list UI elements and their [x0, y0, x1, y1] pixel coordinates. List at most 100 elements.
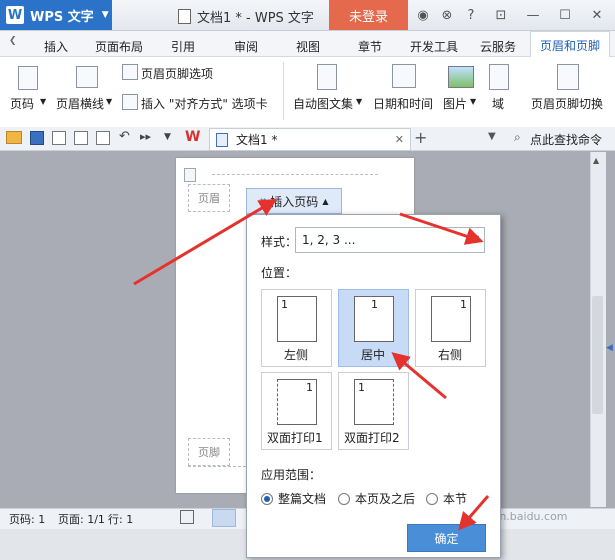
header-footer-options-icon	[122, 64, 138, 80]
page-digit: 1	[371, 298, 378, 311]
tab-developer[interactable]: 开发工具	[410, 38, 458, 55]
header-line-button[interactable]: 页眉横线	[56, 95, 104, 112]
print-preview-icon[interactable]	[96, 131, 110, 145]
new-tab-icon[interactable]: +	[414, 128, 427, 147]
chevron-down-icon: ▼	[470, 97, 477, 106]
date-time-button[interactable]: 日期和时间	[373, 95, 433, 112]
chevron-down-icon: ▼	[106, 97, 113, 106]
position-duplex-1-label: 双面打印1	[267, 431, 323, 445]
switch-icon	[557, 64, 579, 90]
close-icon[interactable]: ✕	[395, 133, 404, 146]
style-select-value: 1, 2, 3 ...	[302, 233, 356, 247]
document-icon	[216, 132, 228, 147]
window-title-text: 文档1 * - WPS 文字	[197, 11, 314, 26]
app-menu-button[interactable]: W WPS 文字 ▼	[0, 0, 112, 30]
page-view-icon[interactable]	[212, 509, 236, 527]
picture-button[interactable]: 图片	[443, 95, 467, 112]
position-duplex-2[interactable]: 1 双面打印2	[338, 372, 409, 450]
scope-this-section[interactable]: 本节	[426, 490, 467, 507]
position-left-label: 左侧	[284, 348, 309, 362]
print-icon[interactable]	[52, 131, 66, 145]
tab-references[interactable]: 引用	[171, 38, 195, 55]
insert-page-number-label: 插入页码	[270, 194, 319, 209]
radio-icon	[426, 492, 438, 505]
chevron-up-icon: ▲	[322, 196, 329, 206]
tab-scroll-left-icon[interactable]: ❮	[9, 36, 17, 46]
position-duplex-1[interactable]: 1 双面打印1	[261, 372, 332, 450]
position-duplex-2-label: 双面打印2	[344, 431, 400, 445]
document-tab[interactable]: 文档1 * ✕	[209, 128, 411, 151]
position-left[interactable]: 1 左侧	[261, 289, 332, 367]
page-digit: 1	[460, 298, 467, 311]
undo-icon[interactable]: ↶	[119, 129, 130, 144]
header-line-icon	[76, 66, 98, 88]
search-icon[interactable]: ⌕	[514, 130, 521, 145]
footer-boundary	[188, 466, 246, 468]
status-page-count: 页面: 1/1	[58, 513, 105, 526]
scope-whole-document[interactable]: 整篇文档	[261, 490, 326, 507]
scope-this-page-after-label: 本页及之后	[355, 492, 416, 506]
page-number-button[interactable]: 页码	[10, 95, 34, 112]
field-icon	[489, 64, 509, 90]
header-footer-options-button[interactable]: 页眉页脚选项	[141, 65, 213, 82]
header-footer-switch-button[interactable]: 页眉页脚切换	[531, 95, 609, 112]
position-right[interactable]: 1 右侧	[415, 289, 486, 367]
wps-brand-icon: W	[185, 129, 201, 145]
open-folder-icon[interactable]	[6, 131, 22, 144]
document-icon	[178, 9, 191, 24]
scope-label: 应用范围：	[261, 468, 322, 482]
tab-header-footer[interactable]: 页眉和页脚	[530, 31, 610, 58]
maximize-icon[interactable]: ☐	[556, 6, 574, 24]
radio-selected-icon	[261, 492, 273, 505]
toolbar-options-icon[interactable]: ▼	[488, 131, 496, 142]
chevron-down-icon[interactable]: ▼	[164, 132, 171, 142]
footer-label: 页脚	[188, 438, 230, 466]
ok-button[interactable]: 确定	[407, 524, 486, 552]
chevron-down-icon: ▼	[40, 97, 47, 106]
insert-page-number-button[interactable]: ⌗ 插入页码 ▲	[246, 188, 342, 214]
redo-more-icon[interactable]: ▸▸	[140, 130, 151, 143]
login-button[interactable]: 未登录	[329, 0, 408, 30]
picture-icon	[448, 66, 474, 88]
style-select[interactable]: 1, 2, 3 ... ▼	[295, 227, 485, 253]
fullscreen-icon[interactable]	[180, 510, 194, 524]
tab-chapter[interactable]: 章节	[358, 38, 382, 55]
tab-view[interactable]: 视图	[296, 38, 320, 55]
scope-this-page-after[interactable]: 本页及之后	[338, 490, 415, 507]
command-search[interactable]: 点此查找命令	[530, 131, 602, 148]
status-page-number: 页码: 1	[9, 513, 46, 526]
wps-logo-icon: W	[6, 6, 24, 24]
page-digit: 1	[306, 381, 313, 394]
side-panel-toggle-icon[interactable]: ◀	[606, 343, 613, 353]
close-icon[interactable]: ✕	[588, 6, 606, 24]
position-center[interactable]: 1 居中	[338, 289, 409, 367]
chevron-down-icon: ▼	[472, 234, 479, 243]
page-digit: 1	[281, 298, 288, 311]
header-boundary	[212, 174, 378, 183]
tab-review[interactable]: 审阅	[234, 38, 258, 55]
help-icon[interactable]: ?	[462, 6, 480, 24]
radio-icon	[338, 492, 350, 505]
scroll-up-icon[interactable]: ▲	[593, 156, 599, 165]
scrollbar-thumb[interactable]	[592, 296, 603, 414]
page-thumbnail-icon: 1	[354, 296, 394, 342]
page-digit: 1	[358, 381, 365, 394]
header-options-icon[interactable]	[184, 168, 196, 182]
window-title: 文档1 * - WPS 文字	[178, 7, 314, 26]
insert-align-tab-button[interactable]: 插入 "对齐方式" 选项卡	[141, 95, 268, 112]
save-icon[interactable]	[30, 131, 44, 145]
field-button[interactable]: 域	[492, 95, 504, 112]
position-right-label: 右侧	[438, 348, 463, 362]
export-pdf-icon[interactable]	[74, 131, 88, 145]
tab-cloud[interactable]: 云服务	[480, 38, 516, 55]
position-center-label: 居中	[361, 348, 386, 362]
app-name: WPS 文字	[30, 9, 94, 25]
minimize-icon[interactable]: —	[524, 6, 542, 24]
tab-page-layout[interactable]: 页面布局	[95, 38, 143, 55]
skin-icon[interactable]: ◉	[414, 6, 432, 24]
restore-icon[interactable]: ⊡	[492, 6, 510, 24]
page-thumbnail-icon: 1	[354, 379, 394, 425]
autotext-button[interactable]: 自动图文集	[293, 95, 353, 112]
feedback-icon[interactable]: ⊗	[438, 6, 456, 24]
tab-insert[interactable]: 插入	[44, 38, 68, 55]
